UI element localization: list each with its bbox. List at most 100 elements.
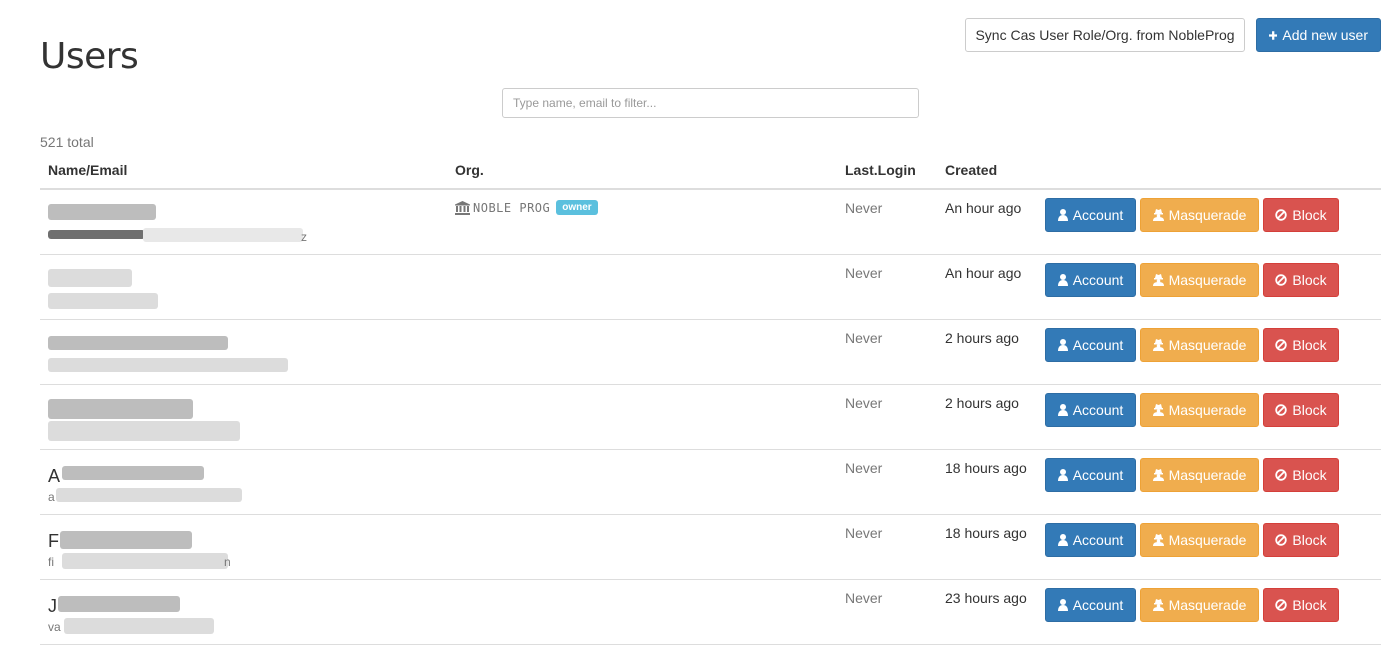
created-time: 2 hours ago [945, 330, 1019, 346]
redacted-email [64, 618, 214, 634]
user-name-email: J va [48, 590, 348, 638]
ban-icon [1275, 209, 1288, 221]
row-actions: Account Masquerade Block [1045, 263, 1339, 297]
account-button[interactable]: Account [1045, 328, 1136, 362]
block-button[interactable]: Block [1263, 588, 1339, 622]
masquerade-button[interactable]: Masquerade [1140, 198, 1259, 232]
block-label: Block [1292, 272, 1327, 288]
redacted-email [48, 293, 158, 309]
email-initial: a [48, 490, 55, 504]
account-label: Account [1072, 597, 1124, 613]
ban-icon [1275, 534, 1288, 546]
table-row: z NOBLE PROG owner Never An hour ago Acc… [40, 190, 1381, 255]
block-button[interactable]: Block [1263, 263, 1339, 297]
ban-icon [1275, 274, 1288, 286]
account-button[interactable]: Account [1045, 393, 1136, 427]
page-title: Users [40, 36, 139, 77]
row-actions: Account Masquerade Block [1045, 458, 1339, 492]
masquerade-button[interactable]: Masquerade [1140, 523, 1259, 557]
masquerade-label: Masquerade [1168, 207, 1247, 223]
block-button[interactable]: Block [1263, 458, 1339, 492]
user-name-email [48, 330, 348, 378]
ban-icon [1275, 599, 1288, 611]
account-label: Account [1072, 467, 1124, 483]
masquerade-button[interactable]: Masquerade [1140, 393, 1259, 427]
filter-input[interactable] [502, 88, 919, 118]
redacted-name [60, 531, 192, 549]
email-initial: va [48, 620, 61, 634]
table-row: Never 2 hours ago Account Masquerade Blo… [40, 320, 1381, 385]
account-button[interactable]: Account [1045, 263, 1136, 297]
account-button[interactable]: Account [1045, 523, 1136, 557]
created-time: 18 hours ago [945, 460, 1027, 476]
column-header-org: Org. [455, 162, 484, 178]
column-header-last-login: Last.Login [845, 162, 916, 178]
redacted-name [58, 596, 180, 612]
block-label: Block [1292, 207, 1327, 223]
add-new-user-label: Add new user [1282, 27, 1368, 43]
last-login: Never [845, 330, 883, 346]
user-secret-icon [1152, 274, 1164, 286]
account-label: Account [1072, 272, 1124, 288]
total-count: 521 total [40, 134, 94, 150]
email-fragment: z [301, 230, 307, 244]
created-time: An hour ago [945, 200, 1022, 216]
row-actions: Account Masquerade Block [1045, 198, 1339, 232]
add-new-user-button[interactable]: Add new user [1256, 18, 1381, 52]
org-name: NOBLE PROG [473, 200, 551, 215]
user-name-email: z [48, 200, 348, 248]
account-button[interactable]: Account [1045, 198, 1136, 232]
account-label: Account [1072, 337, 1124, 353]
name-initial: F [48, 531, 59, 551]
block-button[interactable]: Block [1263, 328, 1339, 362]
redacted-name [48, 269, 132, 287]
table-row: A a Never 18 hours ago Account Masquerad… [40, 450, 1381, 515]
redacted-email [48, 421, 240, 441]
masquerade-label: Masquerade [1168, 337, 1247, 353]
created-time: An hour ago [945, 265, 1022, 281]
row-actions: Account Masquerade Block [1045, 328, 1339, 362]
created-time: 23 hours ago [945, 590, 1027, 606]
ban-icon [1275, 404, 1288, 416]
sync-cas-button[interactable]: Sync Cas User Role/Org. from NobleProg [965, 18, 1245, 52]
last-login: Never [845, 200, 883, 216]
user-icon [1057, 599, 1068, 611]
account-label: Account [1072, 402, 1124, 418]
created-time: 2 hours ago [945, 395, 1019, 411]
masquerade-button[interactable]: Masquerade [1140, 328, 1259, 362]
masquerade-button[interactable]: Masquerade [1140, 263, 1259, 297]
redacted-name [48, 399, 193, 419]
email-initial: fi [48, 555, 54, 569]
block-label: Block [1292, 532, 1327, 548]
user-name-email: F fi n [48, 525, 348, 573]
account-button[interactable]: Account [1045, 588, 1136, 622]
block-button[interactable]: Block [1263, 393, 1339, 427]
block-label: Block [1292, 467, 1327, 483]
sync-cas-label: Sync Cas User Role/Org. from NobleProg [975, 27, 1235, 43]
masquerade-button[interactable]: Masquerade [1140, 588, 1259, 622]
redacted-email [143, 228, 303, 242]
table-row: J va Never 23 hours ago Account Masquera… [40, 580, 1381, 645]
last-login: Never [845, 395, 883, 411]
owner-badge: owner [556, 200, 598, 215]
ban-icon [1275, 339, 1288, 351]
masquerade-label: Masquerade [1168, 467, 1247, 483]
user-icon [1057, 339, 1068, 351]
redacted-role-badge [48, 230, 145, 239]
column-header-created: Created [945, 162, 998, 178]
user-icon [1057, 209, 1068, 221]
last-login: Never [845, 590, 883, 606]
masquerade-button[interactable]: Masquerade [1140, 458, 1259, 492]
user-secret-icon [1152, 534, 1164, 546]
org-cell: NOBLE PROG owner [455, 200, 598, 215]
table-row: Never An hour ago Account Masquerade Blo… [40, 255, 1381, 320]
masquerade-label: Masquerade [1168, 532, 1247, 548]
account-button[interactable]: Account [1045, 458, 1136, 492]
block-label: Block [1292, 402, 1327, 418]
created-time: 18 hours ago [945, 525, 1027, 541]
last-login: Never [845, 460, 883, 476]
user-secret-icon [1152, 469, 1164, 481]
user-icon [1057, 274, 1068, 286]
block-button[interactable]: Block [1263, 523, 1339, 557]
block-button[interactable]: Block [1263, 198, 1339, 232]
